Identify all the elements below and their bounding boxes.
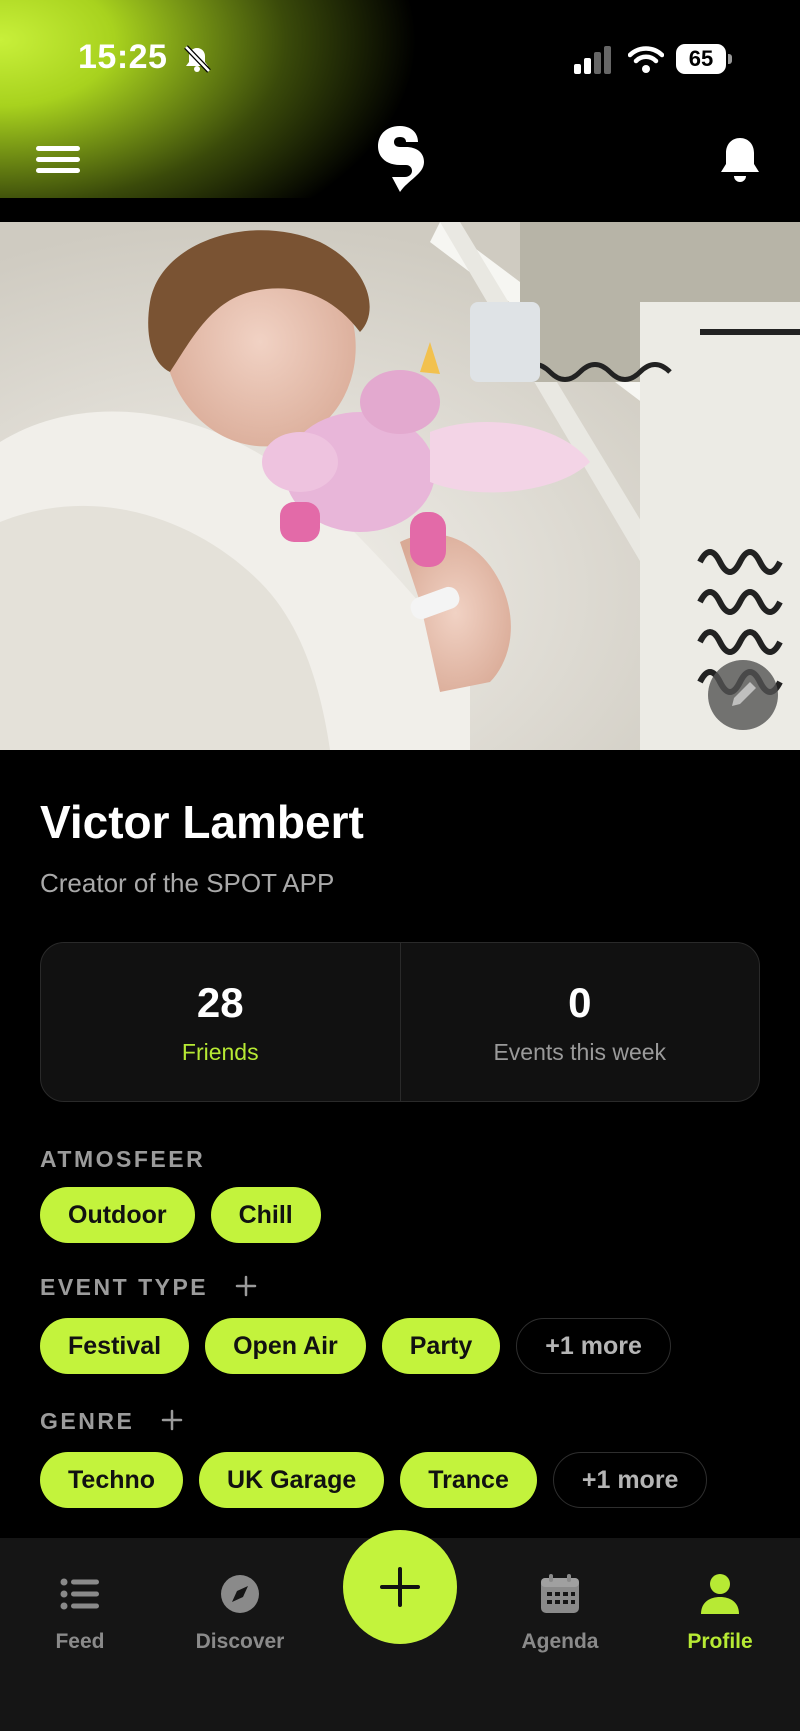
event-type-chips: Festival Open Air Party +1 more (40, 1318, 671, 1374)
event-type-more-button[interactable]: +1 more (516, 1318, 671, 1374)
wifi-icon (628, 46, 664, 73)
nav-agenda-label: Agenda (521, 1630, 599, 1653)
nav-feed-label: Feed (55, 1630, 105, 1653)
events-stat[interactable]: 0 Events this week (399, 943, 760, 1101)
profile-bio: Creator of the SPOT APP (40, 868, 335, 898)
genre-more-button[interactable]: +1 more (552, 1452, 708, 1508)
status-time: 15:25 (78, 38, 168, 76)
profile-name: Victor Lambert (40, 796, 364, 848)
create-event-button[interactable] (343, 1530, 457, 1644)
events-label: Events this week (493, 1038, 667, 1065)
spot-logo-icon[interactable] (370, 122, 430, 196)
chip-open-air[interactable]: Open Air (205, 1318, 366, 1374)
events-count: 0 (568, 978, 592, 1026)
genre-title: GENRE (40, 1408, 135, 1434)
battery-level: 65 (676, 44, 726, 74)
genre-label: GENRE (40, 1408, 183, 1435)
chip-techno[interactable]: Techno (40, 1452, 184, 1508)
nav-discover[interactable]: Discover (160, 1572, 320, 1654)
event-type-title: EVENT TYPE (40, 1274, 209, 1300)
cover-photo-illustration (0, 222, 800, 750)
person-icon (701, 1574, 739, 1614)
nav-profile-label: Profile (687, 1630, 753, 1653)
nav-feed[interactable]: Feed (0, 1572, 160, 1654)
signal-icon (574, 46, 611, 74)
bell-slash-icon (184, 45, 211, 73)
event-type-label: EVENT TYPE (40, 1274, 257, 1301)
chip-trance[interactable]: Trance (400, 1452, 537, 1508)
stats-card: 28 Friends 0 Events this week (40, 942, 760, 1102)
chip-uk-garage[interactable]: UK Garage (199, 1452, 385, 1508)
hamburger-menu-icon (36, 146, 80, 151)
chip-outdoor[interactable]: Outdoor (40, 1187, 195, 1243)
atmosfeer-label: ATMOSFEER (40, 1146, 205, 1173)
genre-chips: Techno UK Garage Trance +1 more (40, 1452, 708, 1508)
friends-stat[interactable]: 28 Friends (41, 943, 400, 1101)
nav-agenda[interactable]: Agenda (480, 1572, 640, 1654)
nav-discover-label: Discover (195, 1630, 285, 1653)
add-event-type-icon[interactable] (235, 1275, 257, 1297)
pencil-icon[interactable] (708, 660, 778, 730)
chip-festival[interactable]: Festival (40, 1318, 190, 1374)
top-header: 15:25 65 (0, 0, 800, 198)
chip-party[interactable]: Party (381, 1318, 501, 1374)
atmosfeer-chips: Outdoor Chill (40, 1187, 321, 1243)
calendar-icon (541, 1574, 579, 1613)
friends-count: 28 (196, 978, 244, 1026)
nav-profile[interactable]: Profile (640, 1572, 800, 1654)
compass-icon (221, 1575, 259, 1613)
chip-chill[interactable]: Chill (210, 1187, 321, 1243)
menu-button[interactable] (36, 140, 88, 180)
plus-icon (380, 1567, 420, 1607)
atmosfeer-title: ATMOSFEER (40, 1146, 206, 1172)
list-icon (60, 1578, 99, 1610)
cover-photo[interactable] (0, 222, 800, 750)
friends-label: Friends (181, 1038, 259, 1065)
bell-icon[interactable] (716, 134, 764, 184)
battery-icon: 65 (676, 44, 732, 74)
add-genre-icon[interactable] (161, 1409, 183, 1431)
